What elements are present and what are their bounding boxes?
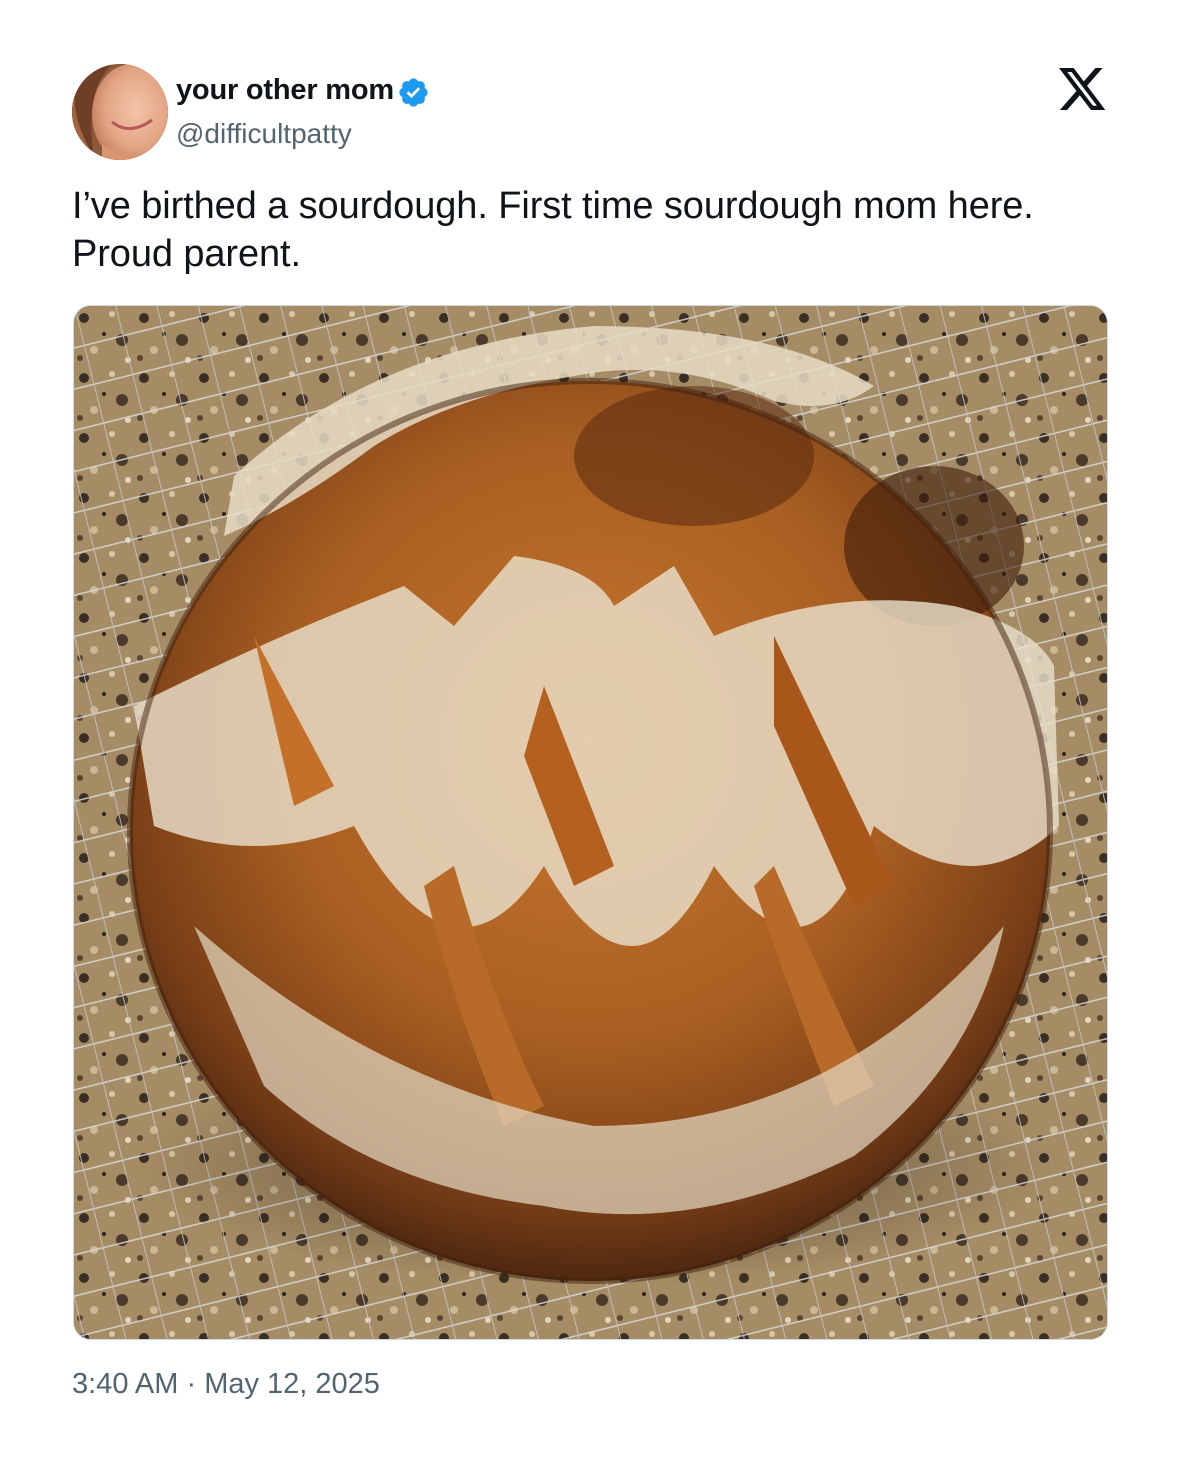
avatar-photo-icon xyxy=(72,64,168,160)
timestamp-separator: · xyxy=(186,1368,197,1400)
tweet-media-photo[interactable] xyxy=(73,305,1108,1340)
tweet-timestamp[interactable]: 3:40 AM · May 12, 2025 xyxy=(72,1364,380,1404)
tweet-text: I’ve birthed a sourdough. First time sou… xyxy=(72,182,1112,278)
tweet-date: May 12, 2025 xyxy=(204,1368,380,1400)
x-logo-icon[interactable] xyxy=(1059,68,1107,112)
tweet-time: 3:40 AM xyxy=(72,1368,179,1400)
verified-badge-icon xyxy=(397,76,430,109)
author-display-name[interactable]: your other mom xyxy=(176,72,394,108)
tweet-card: your other mom @difficultpatty I’ve birt… xyxy=(0,0,1180,1468)
tweet-text-line: Proud parent. xyxy=(72,233,301,275)
author-handle[interactable]: @difficultpatty xyxy=(176,116,352,152)
sourdough-loaf-photo-icon xyxy=(74,306,1107,1339)
tweet-text-line: I’ve birthed a sourdough. First time sou… xyxy=(72,185,1034,227)
author-avatar[interactable] xyxy=(72,64,168,160)
